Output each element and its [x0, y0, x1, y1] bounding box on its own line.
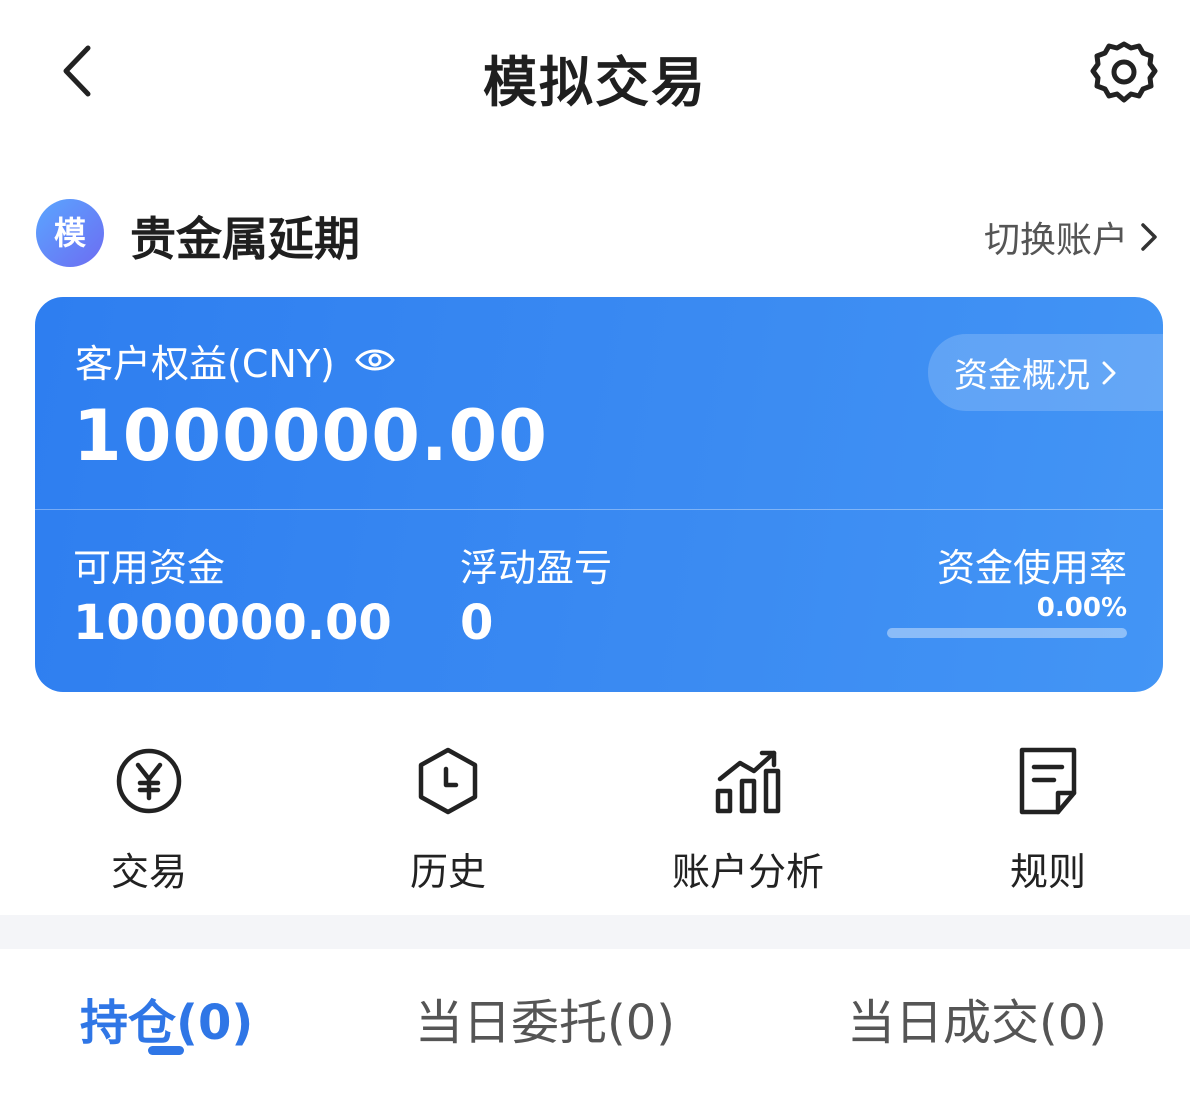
chevron-right-icon — [1102, 361, 1116, 384]
settings-button[interactable] — [1088, 38, 1160, 110]
active-tab-indicator — [148, 1046, 184, 1055]
tab-bar: 持仓(0) 当日委托(0) 当日成交(0) — [0, 949, 1190, 1095]
tab-today-orders[interactable]: 当日委托(0) — [415, 983, 675, 1053]
yen-circle-icon — [116, 748, 182, 814]
page-title: 模拟交易 — [483, 51, 707, 114]
switch-account-button[interactable]: 切换账户 — [984, 211, 1160, 263]
card-divider — [35, 509, 1163, 510]
account-avatar: 模 — [36, 199, 104, 267]
bar-chart-trend-icon — [715, 750, 781, 814]
action-grid: 交易 历史 账户分析 规则 — [0, 745, 1190, 895]
action-rules[interactable]: 规则 — [948, 745, 1148, 895]
top-bar: 模拟交易 — [0, 0, 1190, 150]
equity-label-row: 客户权益(CNY) — [75, 333, 395, 388]
available-funds-label: 可用资金 — [73, 546, 226, 590]
fund-usage-label: 资金使用率 — [936, 546, 1127, 590]
fund-usage-value: 0.00% — [1036, 593, 1127, 623]
account-row: 模 贵金属延期 切换账户 — [0, 195, 1190, 275]
switch-account-label: 切换账户 — [983, 220, 1128, 261]
section-separator — [0, 915, 1190, 949]
eye-icon[interactable] — [355, 339, 395, 383]
floating-pnl-value: 0 — [460, 595, 494, 651]
gear-icon — [1090, 41, 1158, 103]
action-label: 账户分析 — [671, 850, 824, 894]
available-funds-value: 1000000.00 — [73, 595, 392, 651]
account-name: 贵金属延期 — [130, 212, 360, 266]
funds-overview-label: 资金概况 — [954, 356, 1090, 396]
chevron-right-icon — [1141, 223, 1157, 251]
equity-label: 客户权益(CNY) — [75, 342, 335, 386]
history-clock-icon — [418, 747, 478, 815]
tab-today-trades[interactable]: 当日成交(0) — [847, 983, 1107, 1053]
equity-card: 客户权益(CNY) 1000000.00 资金概况 可用资金 1000000.0… — [35, 297, 1163, 692]
action-label: 交易 — [110, 850, 187, 894]
floating-pnl-label: 浮动盈亏 — [460, 546, 613, 590]
fund-usage-bar — [887, 628, 1127, 638]
action-label: 规则 — [1009, 850, 1086, 894]
funds-overview-button[interactable]: 资金概况 — [928, 334, 1163, 411]
equity-value: 1000000.00 — [73, 395, 548, 477]
rules-document-icon — [1019, 747, 1077, 815]
tab-positions[interactable]: 持仓(0) — [80, 983, 253, 1053]
action-label: 历史 — [409, 850, 486, 894]
action-account-analysis[interactable]: 账户分析 — [648, 745, 848, 895]
action-trade[interactable]: 交易 — [49, 745, 249, 895]
action-history[interactable]: 历史 — [348, 745, 548, 895]
